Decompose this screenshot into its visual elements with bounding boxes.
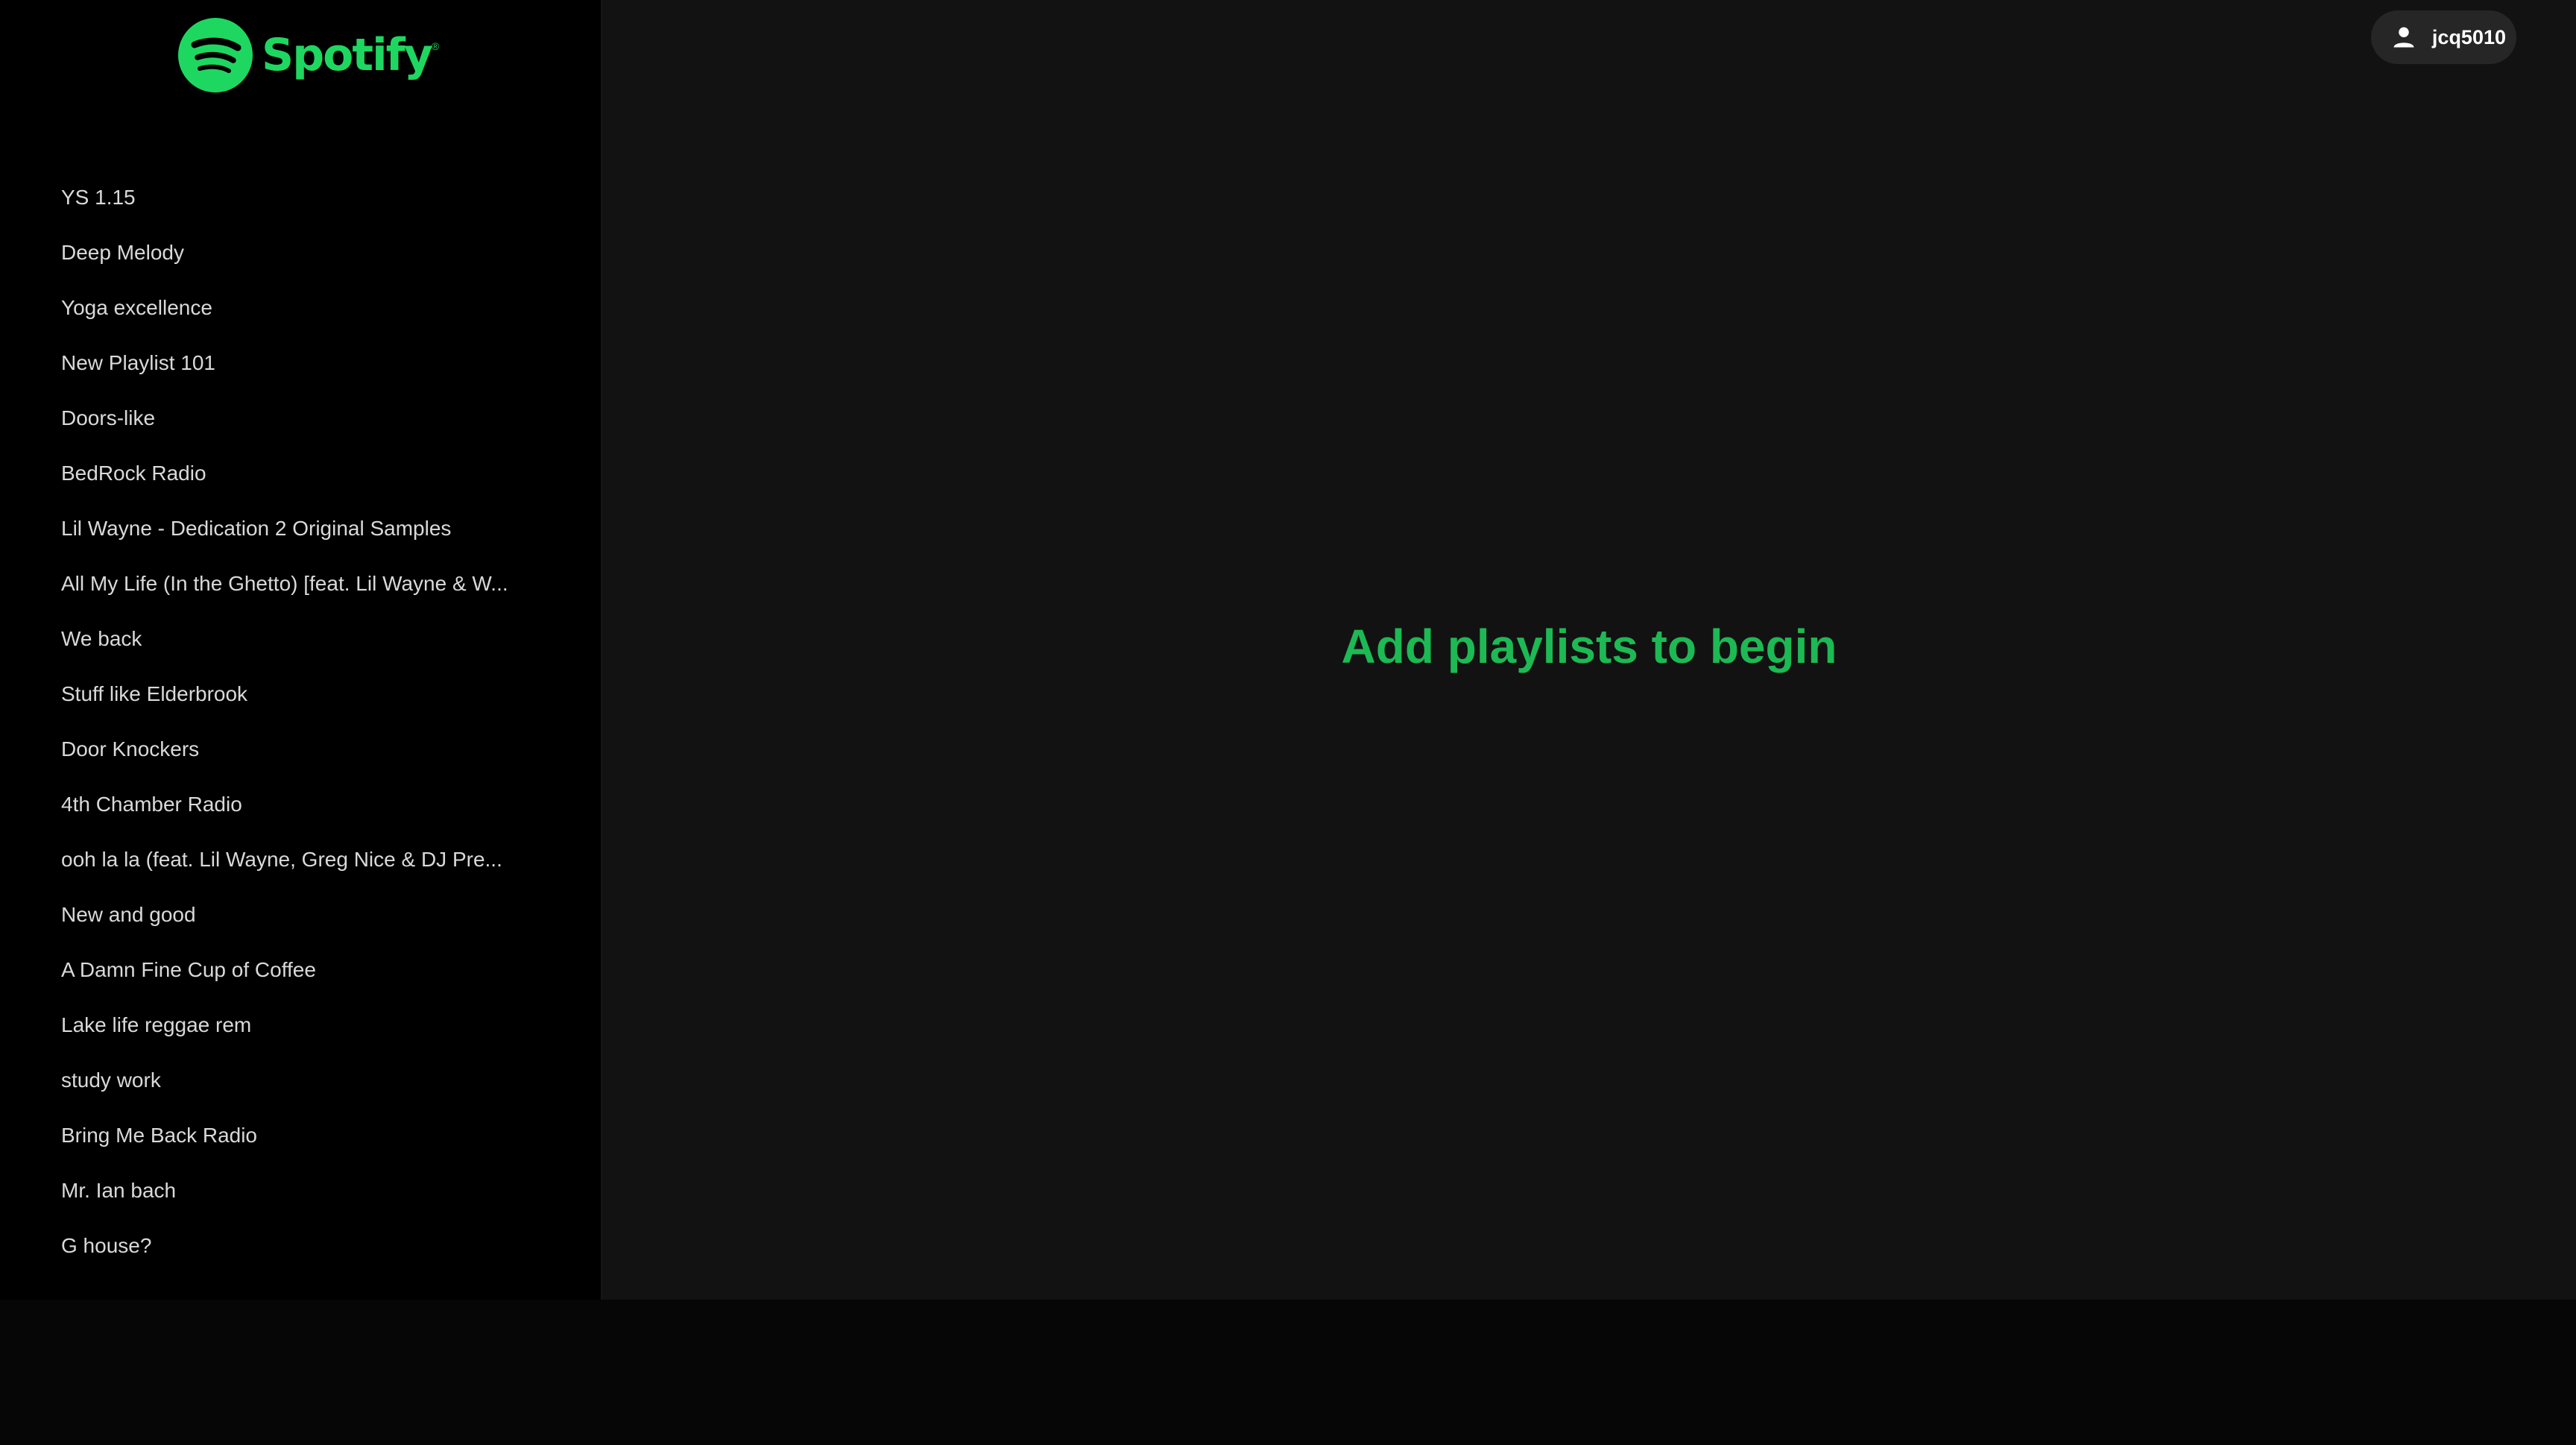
main-content: jcq5010 Add playlists to begin bbox=[602, 0, 2576, 1300]
sidebar: Spotify ® YS 1.15 Deep Melody Yoga excelle… bbox=[0, 0, 602, 1300]
playlist-name: All My Life (In the Ghetto) [feat. Lil W… bbox=[61, 572, 508, 595]
playlist-name: New Playlist 101 bbox=[61, 351, 215, 374]
playlist-name: A Damn Fine Cup of Coffee bbox=[61, 958, 316, 981]
playlist-name: New and good bbox=[61, 903, 196, 926]
sidebar-playlist-item[interactable]: YS 1.15 bbox=[0, 170, 602, 225]
sidebar-playlist-item[interactable]: BedRock Radio bbox=[0, 446, 602, 501]
playlist-name: Mr. Ian bach bbox=[61, 1179, 177, 1202]
spotify-wordmark: Spotify bbox=[262, 29, 433, 81]
sidebar-playlist-item[interactable]: Yoga excellence bbox=[0, 280, 602, 336]
sidebar-playlist-item[interactable]: New and good bbox=[0, 887, 602, 942]
sidebar-playlist-item[interactable]: ooh la la (feat. Lil Wayne, Greg Nice & … bbox=[0, 832, 602, 887]
sidebar-playlist-item[interactable]: G house? bbox=[0, 1218, 602, 1274]
player-bar-area bbox=[0, 1300, 2576, 1445]
sidebar-playlist-item[interactable]: A Damn Fine Cup of Coffee bbox=[0, 942, 602, 998]
sidebar-playlist-item[interactable]: Lil Wayne - Dedication 2 Original Sample… bbox=[0, 501, 602, 556]
playlist-name: YS 1.15 bbox=[61, 186, 136, 209]
sidebar-playlist-item[interactable]: All My Life (In the Ghetto) [feat. Lil W… bbox=[0, 556, 602, 611]
app-window: Spotify ® YS 1.15 Deep Melody Yoga excelle… bbox=[0, 0, 2576, 1300]
sidebar-playlist-item[interactable]: study work bbox=[0, 1053, 602, 1108]
playlist-name: study work bbox=[61, 1068, 161, 1092]
sidebar-playlist-item[interactable]: Deep Melody bbox=[0, 225, 602, 280]
sidebar-playlist-item[interactable]: Lake life reggae rem bbox=[0, 998, 602, 1053]
playlist-name: Stuff like Elderbrook bbox=[61, 682, 248, 705]
playlist-name: Door Knockers bbox=[61, 737, 200, 761]
playlist-name: Lake life reggae rem bbox=[61, 1013, 252, 1036]
playlist-name: 4th Chamber Radio bbox=[61, 793, 242, 816]
sidebar-playlist-item[interactable]: Door Knockers bbox=[0, 722, 602, 777]
playlist-name: BedRock Radio bbox=[61, 462, 206, 485]
sidebar-playlist-item[interactable]: Mr. Ian bach bbox=[0, 1163, 602, 1218]
playlist-name: G house? bbox=[61, 1234, 152, 1257]
playlist-name: ooh la la (feat. Lil Wayne, Greg Nice & … bbox=[61, 848, 502, 871]
sidebar-playlist-item[interactable]: Bring Me Back Radio bbox=[0, 1108, 602, 1163]
playlist-name: Yoga excellence bbox=[61, 296, 212, 319]
sidebar-playlist-item[interactable]: Stuff like Elderbrook bbox=[0, 667, 602, 722]
sidebar-playlist-item[interactable]: 4th Chamber Radio bbox=[0, 777, 602, 832]
empty-state-message: Add playlists to begin bbox=[1341, 620, 1837, 673]
playlist-name: Doors-like bbox=[61, 406, 156, 429]
playlist-name: We back bbox=[61, 627, 142, 650]
spotify-logo[interactable]: Spotify ® bbox=[178, 18, 439, 92]
playlist-list: YS 1.15 Deep Melody Yoga excellence New Pla… bbox=[0, 170, 602, 1274]
playlist-name: Bring Me Back Radio bbox=[61, 1124, 258, 1147]
sidebar-playlist-item[interactable]: We back bbox=[0, 611, 602, 667]
username-label: jcq5010 bbox=[2431, 25, 2506, 48]
user-menu-button[interactable]: jcq5010 bbox=[2370, 10, 2516, 64]
sidebar-playlist-item[interactable]: New Playlist 101 bbox=[0, 336, 602, 391]
spotify-logo-icon bbox=[178, 18, 253, 92]
user-icon bbox=[2393, 27, 2414, 48]
sidebar-playlist-item[interactable]: Doors-like bbox=[0, 391, 602, 446]
playlist-name: Deep Melody bbox=[61, 241, 184, 264]
registered-mark: ® bbox=[431, 40, 440, 52]
playlist-name: Lil Wayne - Dedication 2 Original Sample… bbox=[61, 517, 452, 540]
